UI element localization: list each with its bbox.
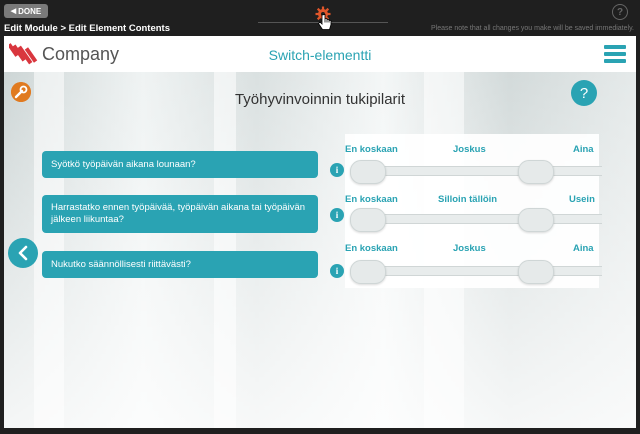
chevron-left-icon: [18, 245, 28, 261]
bottom-strip: [0, 428, 640, 434]
option-left-label: En koskaan: [345, 144, 398, 155]
info-icon[interactable]: i: [330, 264, 344, 278]
help-button[interactable]: ?: [571, 80, 597, 106]
option-left-label: En koskaan: [345, 243, 398, 254]
switch-knob[interactable]: [350, 260, 386, 284]
autosave-notice: Please note that all changes you make wi…: [431, 25, 634, 32]
option-left-label: En koskaan: [345, 194, 398, 205]
previous-page-button[interactable]: [8, 238, 38, 268]
module-title: Switch-elementti: [268, 47, 372, 63]
info-icon[interactable]: i: [330, 208, 344, 222]
hamburger-menu-icon[interactable]: [604, 45, 626, 63]
option-right-label: Aina: [573, 243, 594, 254]
option-middle-label: Joskus: [453, 243, 486, 254]
breadcrumb: Edit Module > Edit Element Contents: [4, 23, 170, 34]
menu-bar: [604, 45, 626, 49]
switch-track[interactable]: [352, 266, 602, 276]
switch-knob[interactable]: [350, 160, 386, 184]
hand-cursor-icon: [318, 14, 332, 30]
module-preview: Company Switch-elementti Työhyvinvoinnin…: [4, 36, 636, 428]
question-1: Syötkö työpäivän aikana lounaan?: [42, 151, 318, 178]
done-label: DONE: [18, 6, 42, 16]
help-glyph: ?: [579, 84, 589, 102]
switch-track[interactable]: [352, 166, 602, 176]
info-icon[interactable]: i: [330, 163, 344, 177]
background-pillar: [214, 72, 236, 428]
switch-knob[interactable]: [518, 160, 554, 184]
back-triangle-icon: ◀: [10, 8, 17, 15]
option-middle-label: Silloin tällöin: [438, 194, 498, 205]
switch-knob[interactable]: [518, 260, 554, 284]
option-right-label: Usein: [569, 194, 595, 205]
background-pillar: [34, 72, 64, 428]
switch-knob[interactable]: [518, 208, 554, 232]
page-title: Työhyvinvoinnin tukipilarit: [234, 91, 406, 108]
question-3: Nukutko säännöllisesti riittävästi?: [42, 251, 318, 278]
menu-bar: [604, 59, 626, 63]
question-2: Harrastatko ennen työpäivää, työpäivän a…: [42, 195, 318, 233]
done-button[interactable]: ◀ DONE: [4, 4, 48, 18]
option-right-label: Aina: [573, 144, 594, 155]
help-top-glyph: ?: [616, 6, 624, 18]
editor-toolbar: ◀ DONE ? Edit Module > Edit Element Cont…: [0, 0, 640, 36]
app-header: Company Switch-elementti: [4, 36, 636, 72]
switch-knob[interactable]: [350, 208, 386, 232]
option-middle-label: Joskus: [453, 144, 486, 155]
help-icon[interactable]: ?: [612, 4, 628, 20]
menu-bar: [604, 52, 626, 56]
switch-track[interactable]: [352, 214, 602, 224]
